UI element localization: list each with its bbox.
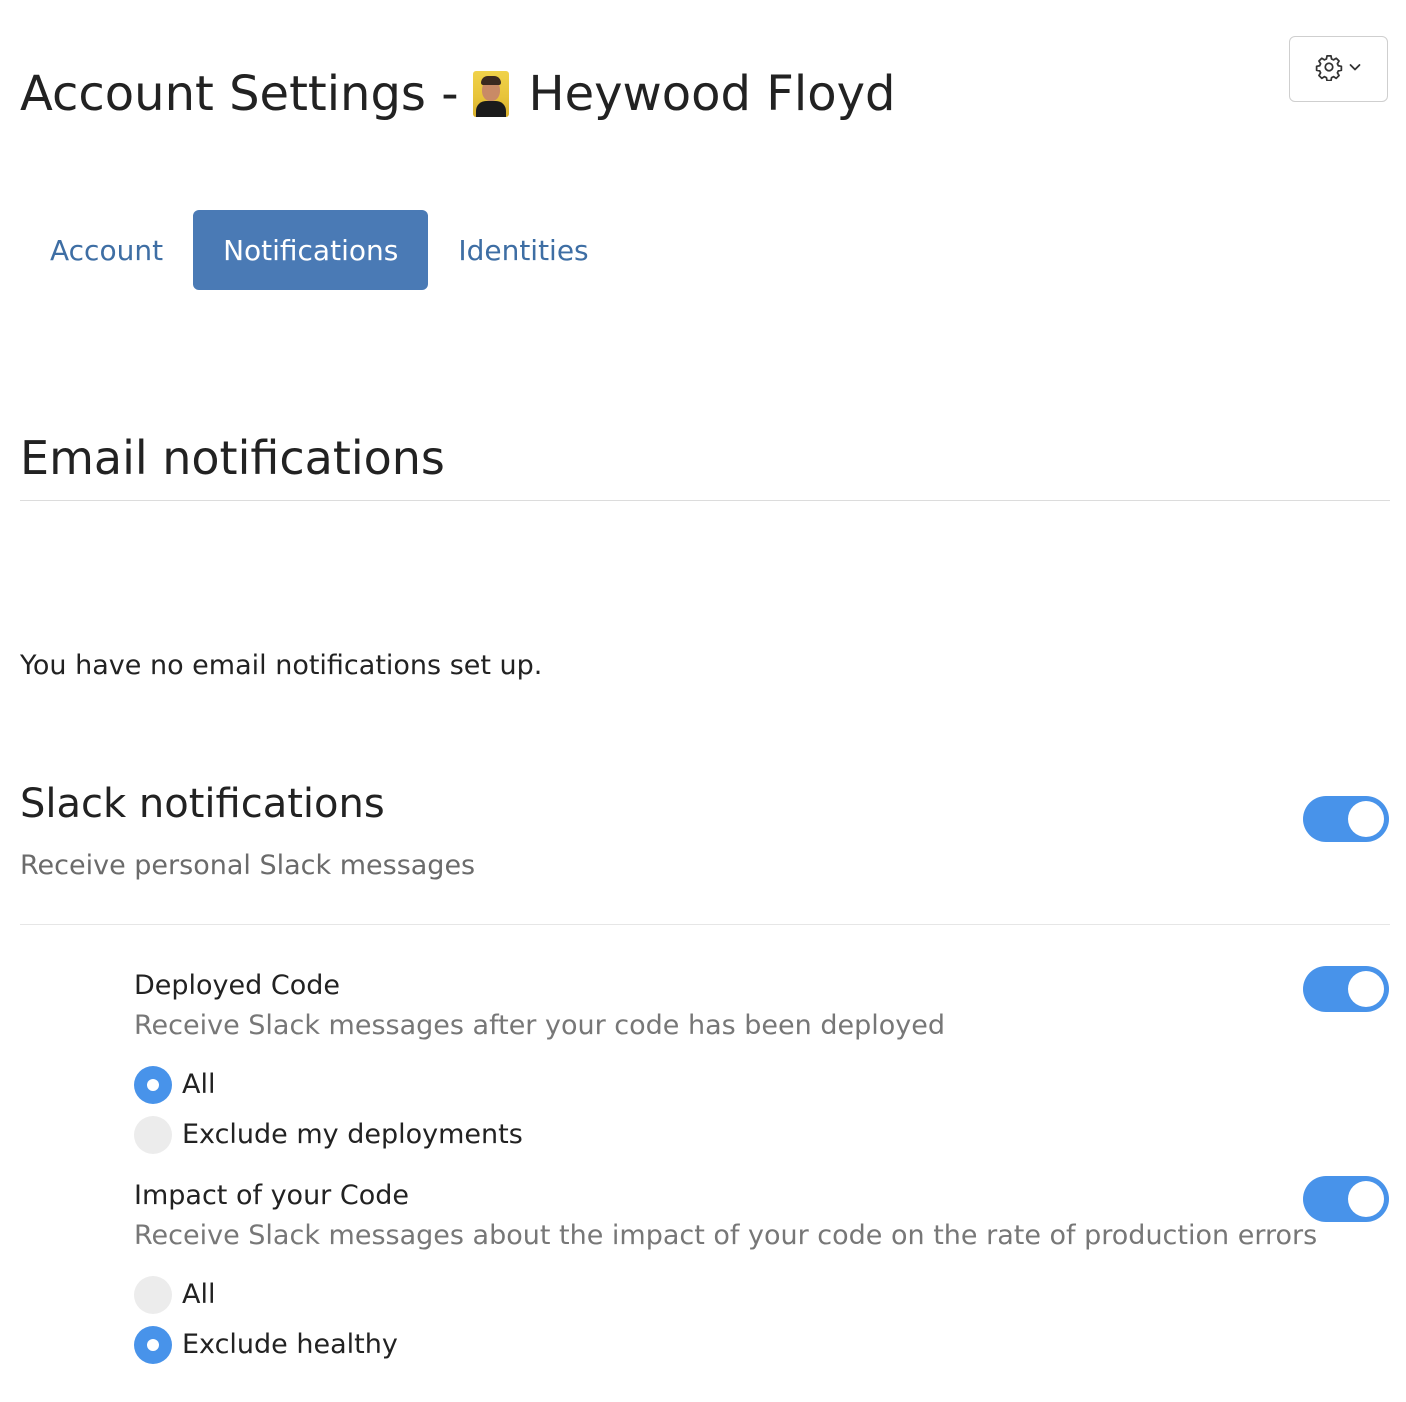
deployed-code-description: Receive Slack messages after your code h… [134, 1010, 945, 1041]
radio-button[interactable] [134, 1326, 172, 1364]
gear-icon [1315, 53, 1343, 85]
slack-notifications-toggle[interactable] [1303, 796, 1389, 842]
impact-description: Receive Slack messages about the impact … [134, 1220, 1318, 1251]
radio-label: All [182, 1069, 216, 1100]
impact-toggle[interactable] [1303, 1176, 1389, 1222]
email-notifications-heading: Email notifications [20, 431, 445, 485]
radio-button[interactable] [134, 1276, 172, 1314]
settings-dropdown-button[interactable] [1289, 36, 1388, 102]
tab-identities[interactable]: Identities [428, 210, 618, 290]
page-title-prefix: Account Settings - [20, 66, 459, 123]
radio-label: Exclude my deployments [182, 1119, 523, 1150]
impact-option-exclude-healthy[interactable]: Exclude healthy [134, 1325, 398, 1365]
slack-notifications-heading: Slack notifications [20, 781, 385, 827]
settings-tabs: Account Notifications Identities [20, 210, 619, 290]
deployed-code-title: Deployed Code [134, 970, 340, 1001]
impact-title: Impact of your Code [134, 1180, 409, 1211]
radio-button[interactable] [134, 1116, 172, 1154]
account-settings-page: Account Settings - Heywood Floyd Account… [0, 0, 1406, 1402]
user-name: Heywood Floyd [528, 66, 896, 123]
toggle-knob [1348, 801, 1384, 837]
chevron-down-icon [1347, 59, 1363, 79]
radio-label: Exclude healthy [182, 1329, 398, 1360]
radio-button[interactable] [134, 1066, 172, 1104]
deployed-code-option-all[interactable]: All [134, 1065, 215, 1105]
tab-account[interactable]: Account [20, 210, 193, 290]
page-title: Account Settings - Heywood Floyd [20, 62, 895, 126]
email-empty-message: You have no email notifications set up. [20, 650, 543, 681]
avatar [472, 71, 509, 118]
deployed-code-toggle[interactable] [1303, 966, 1389, 1012]
tab-notifications[interactable]: Notifications [193, 210, 429, 290]
divider [20, 500, 1390, 501]
radio-label: All [182, 1279, 216, 1310]
toggle-knob [1348, 971, 1384, 1007]
deployed-code-option-exclude-mine[interactable]: Exclude my deployments [134, 1115, 523, 1155]
divider [20, 924, 1390, 925]
impact-option-all[interactable]: All [134, 1275, 215, 1315]
toggle-knob [1348, 1181, 1384, 1217]
slack-notifications-subtitle: Receive personal Slack messages [20, 850, 476, 881]
